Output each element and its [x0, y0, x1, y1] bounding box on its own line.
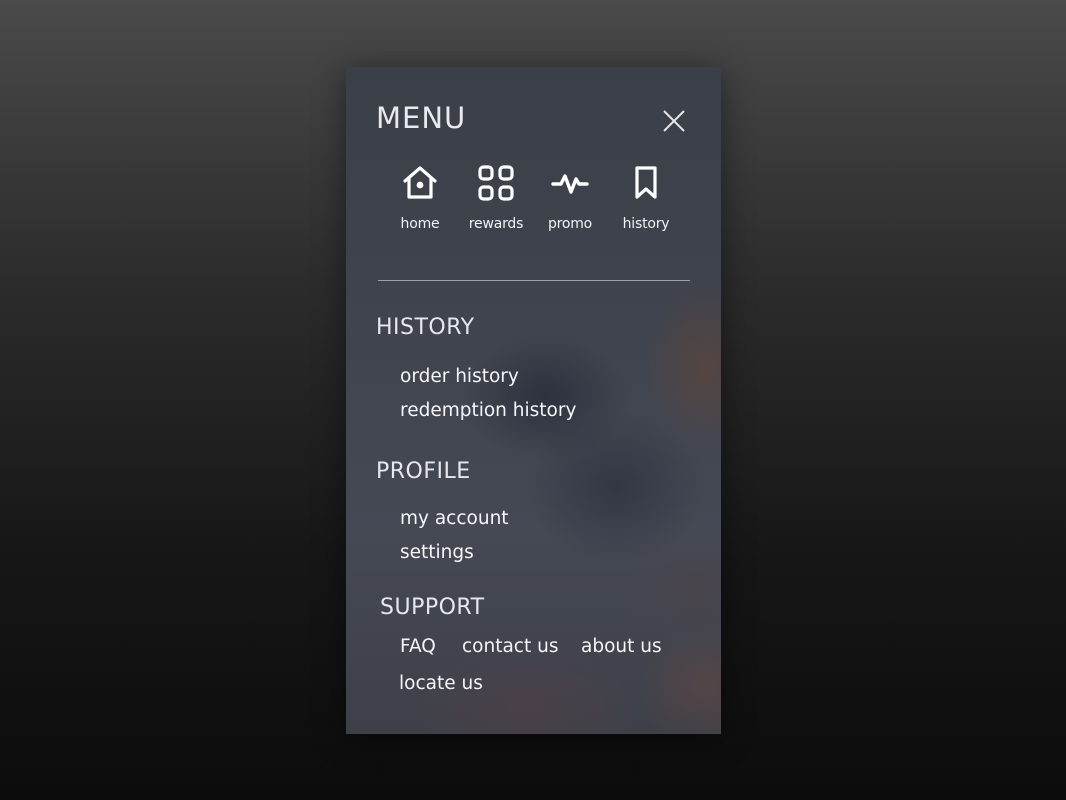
quick-nav-history[interactable]: history — [611, 163, 681, 232]
link-locate-us[interactable]: locate us — [399, 673, 483, 694]
quick-nav-label: rewards — [468, 216, 524, 232]
section-title-support: SUPPORT — [380, 595, 485, 620]
pulse-icon — [550, 163, 590, 203]
close-button[interactable] — [658, 105, 690, 137]
quick-nav-promo[interactable]: promo — [535, 163, 605, 232]
link-redemption-history[interactable]: redemption history — [400, 400, 576, 421]
link-about-us[interactable]: about us — [581, 636, 662, 657]
grid-icon — [476, 163, 516, 203]
quick-nav-label: home — [400, 216, 440, 232]
quick-nav-label: promo — [547, 216, 593, 232]
link-my-account[interactable]: my account — [400, 508, 509, 529]
quick-nav-home[interactable]: home — [385, 163, 455, 232]
menu-panel: MENU home rewards promo history HISTORY … — [346, 67, 721, 734]
link-settings[interactable]: settings — [400, 542, 474, 563]
link-faq[interactable]: FAQ — [400, 636, 436, 657]
section-title-profile: PROFILE — [376, 459, 471, 484]
divider — [378, 280, 690, 281]
quick-nav-label: history — [622, 216, 670, 232]
menu-title: MENU — [376, 101, 467, 135]
close-icon — [658, 105, 690, 137]
link-order-history[interactable]: order history — [400, 366, 519, 387]
quick-nav-rewards[interactable]: rewards — [461, 163, 531, 232]
link-contact-us[interactable]: contact us — [462, 636, 558, 657]
home-icon — [400, 163, 440, 203]
bookmark-icon — [626, 163, 666, 203]
quick-nav: home rewards promo history — [382, 163, 682, 243]
section-title-history: HISTORY — [376, 315, 475, 340]
